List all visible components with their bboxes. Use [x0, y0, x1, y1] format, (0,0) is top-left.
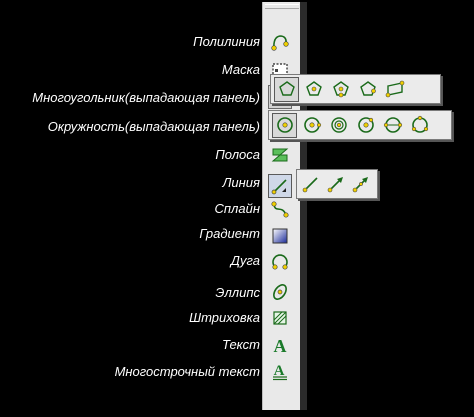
circle-variant-4-button[interactable] — [353, 113, 378, 138]
circle-radius-icon — [303, 117, 321, 133]
label-polygon: Многоугольник(выпадающая панель) — [32, 90, 260, 105]
circle-variant-6-button[interactable] — [407, 113, 432, 138]
gradient-icon — [272, 228, 288, 244]
hatch-icon — [273, 311, 287, 325]
label-line: Линия — [222, 175, 260, 190]
polygon-variant-5-button[interactable] — [382, 77, 407, 102]
polyline-icon — [271, 35, 289, 51]
label-mask: Маска — [221, 62, 260, 77]
line-segment-icon — [303, 177, 318, 193]
ellipse-icon — [273, 284, 287, 300]
drawing-toolbar: A A — [262, 2, 302, 410]
line-variant-1-button[interactable] — [300, 172, 323, 197]
polygon-flyout — [270, 74, 441, 104]
circle-variant-1-button[interactable] — [272, 112, 297, 138]
multiline-text-button[interactable]: A — [268, 359, 292, 383]
label-multiline-text: Многострочный текст — [114, 364, 260, 379]
hatch-button[interactable] — [268, 306, 292, 330]
circle-flyout — [268, 110, 452, 140]
label-gradient: Градиент — [199, 226, 260, 241]
circle-variant-5-button[interactable] — [380, 113, 405, 138]
circle-point-icon — [357, 117, 374, 133]
arc-icon — [272, 254, 288, 270]
strip-button[interactable] — [268, 143, 292, 167]
spline-icon — [271, 201, 289, 218]
label-circle: Окружность(выпадающая панель) — [47, 119, 260, 134]
toolbar-grip[interactable] — [265, 4, 299, 9]
polyline-button[interactable] — [268, 30, 292, 54]
circle-variant-3-button[interactable] — [326, 113, 351, 138]
gradient-button[interactable] — [268, 224, 292, 248]
label-polyline: Полилиния — [193, 34, 260, 49]
circle-center-icon — [276, 117, 293, 133]
polygon-variant-3-button[interactable] — [328, 77, 353, 102]
spline-button[interactable] — [268, 198, 292, 222]
line-flyout — [296, 169, 378, 199]
circle-variant-2-button[interactable] — [299, 113, 324, 138]
arc-button[interactable] — [268, 250, 292, 274]
line-icon — [271, 179, 287, 195]
circle-two-point-icon — [383, 117, 402, 133]
polygon-variant-4-button[interactable] — [355, 77, 380, 102]
label-spline: Сплайн — [214, 201, 261, 216]
multiline-text-icon: A — [273, 363, 287, 381]
label-arc: Дуга — [230, 253, 260, 268]
pentagon-icon — [278, 81, 295, 96]
ellipse-button[interactable] — [268, 280, 292, 304]
label-hatch: Штриховка — [189, 310, 260, 325]
polygon-variant-2-button[interactable] — [301, 77, 326, 102]
line-variant-2-button[interactable] — [325, 172, 348, 197]
line-button[interactable] — [268, 174, 292, 198]
line-double-arrow-icon — [352, 177, 368, 193]
circle-three-point-icon — [411, 115, 428, 133]
svg-text:A: A — [274, 336, 287, 355]
line-arrow-icon — [327, 177, 343, 193]
text-icon: A — [274, 336, 287, 355]
toolbar-edge — [300, 2, 307, 410]
pentagon-vertex-icon — [332, 81, 349, 98]
circle-concentric-icon — [330, 117, 347, 133]
line-variant-3-button[interactable] — [349, 172, 372, 197]
pentagon-center-icon — [305, 81, 322, 96]
polygon-variant-1-button[interactable] — [274, 76, 299, 102]
rectangle-icon — [385, 80, 404, 98]
label-strip: Полоса — [215, 147, 260, 162]
label-ellipse: Эллипс — [215, 285, 260, 300]
strip-icon — [271, 148, 289, 162]
text-button[interactable]: A — [268, 333, 292, 357]
label-text: Текст — [221, 337, 260, 352]
pentagon-edge-icon — [359, 81, 376, 96]
